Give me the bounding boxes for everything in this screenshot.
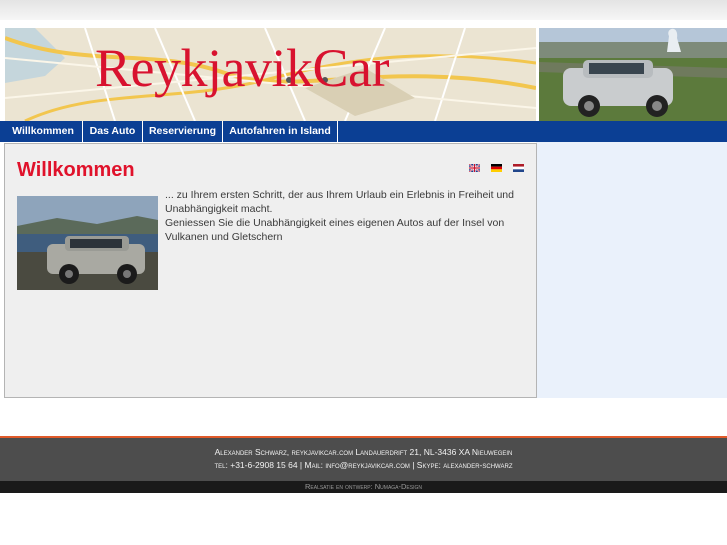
sidebar-panel: [536, 142, 727, 398]
intro-paragraph-1: ... zu Ihrem ersten Schritt, der aus Ihr…: [165, 189, 514, 215]
site-title: ReykjavikCar: [95, 38, 389, 98]
top-bar: [0, 0, 727, 20]
car-by-water-photo: [17, 196, 158, 290]
nav-autofahren-in-island[interactable]: Autofahren in Island: [223, 121, 338, 142]
flag-netherlands-icon[interactable]: [513, 164, 524, 172]
header-photo: [539, 28, 727, 121]
main-nav: Willkommen Das Auto Reservierung Autofah…: [0, 121, 727, 142]
car-landscape-photo: [539, 28, 727, 121]
car-photo: [17, 196, 158, 290]
intro-paragraph-2: Geniessen Sie die Unabhängigkeit eines e…: [165, 217, 505, 243]
nav-das-auto[interactable]: Das Auto: [83, 121, 143, 142]
flag-germany-icon[interactable]: [491, 164, 502, 172]
footer-credit: Realsatie en ontwerp: Numaga-Design: [0, 481, 727, 493]
flag-uk-icon[interactable]: [469, 164, 480, 172]
nav-reservierung[interactable]: Reservierung: [143, 121, 223, 142]
content-panel: Willkommen ... zu Ihrem ersten Schritt, …: [4, 143, 537, 398]
header-banner: ReykjavikCar: [5, 28, 536, 121]
intro-text: ... zu Ihrem ersten Schritt, der aus Ihr…: [165, 188, 515, 244]
nav-willkommen[interactable]: Willkommen: [4, 121, 83, 142]
footer: Alexander Schwarz, reykjavikcar.com Land…: [0, 438, 727, 481]
footer-address: Alexander Schwarz, reykjavikcar.com Land…: [214, 447, 513, 457]
footer-contact: tel: +31-6-2908 15 64 | Mail: info@reykj…: [214, 460, 513, 470]
page-title: Willkommen: [17, 159, 135, 181]
